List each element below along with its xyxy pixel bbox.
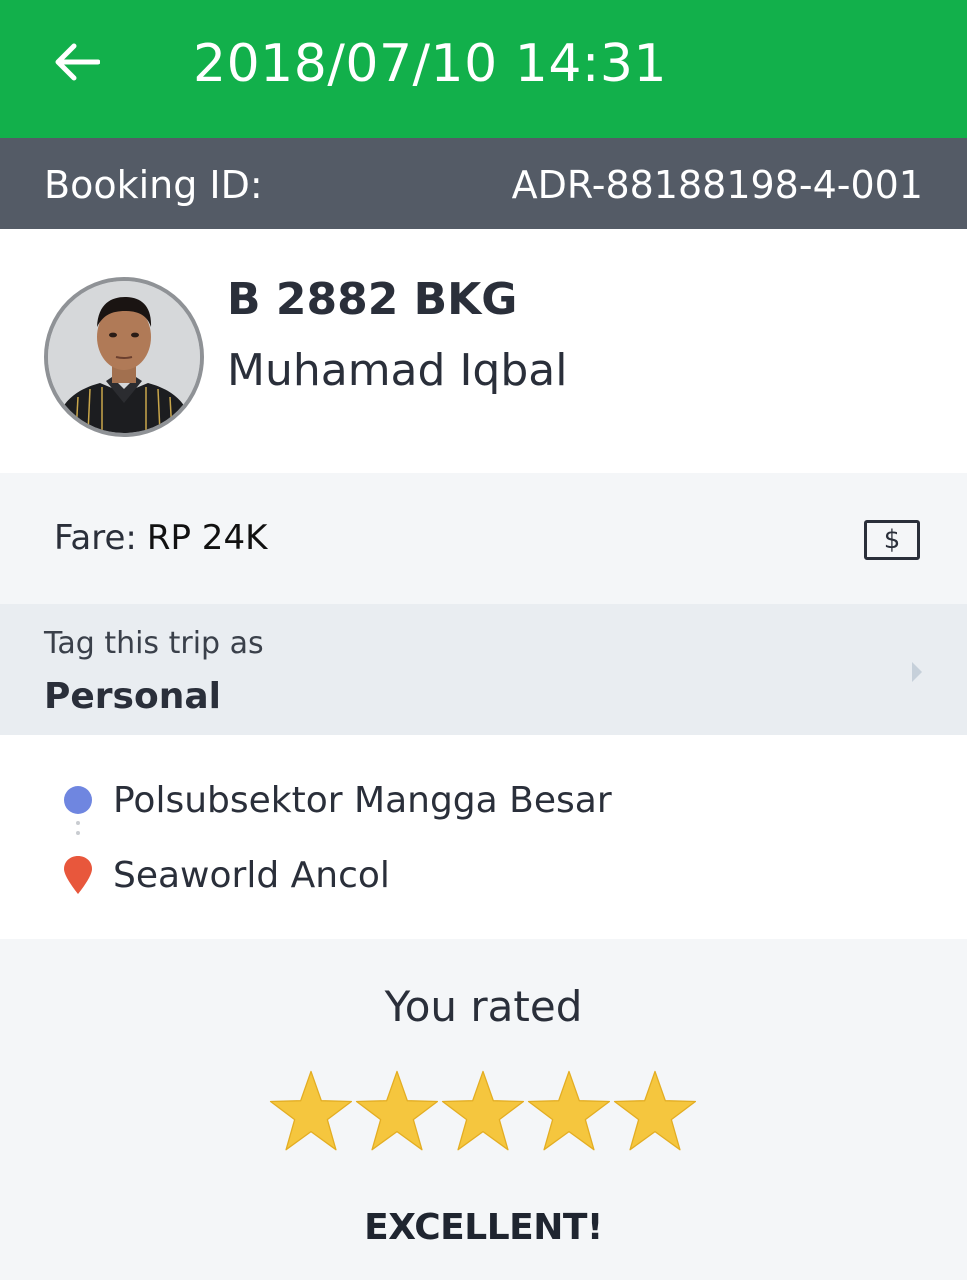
tag-trip-row[interactable]: Tag this trip as Personal xyxy=(0,604,967,735)
rating-section: You rated EXCELLENT! xyxy=(0,939,967,1280)
trip-datetime-title: 2018/07/10 14:31 xyxy=(193,34,668,94)
arrow-left-icon xyxy=(55,43,100,81)
cash-icon-glyph: $ xyxy=(883,525,901,555)
destination-location: Seaworld Ancol xyxy=(113,855,390,896)
top-app-bar: 2018/07/10 14:31 xyxy=(0,0,967,138)
star-rating xyxy=(268,1065,700,1157)
star-icon xyxy=(355,1070,439,1151)
driver-name: Muhamad Iqbal xyxy=(227,345,568,396)
driver-avatar xyxy=(44,277,204,437)
driver-photo xyxy=(48,281,200,433)
booking-id-bar: Booking ID: ADR-88188198-4-001 xyxy=(0,138,967,229)
back-button[interactable] xyxy=(44,30,108,94)
route-connector xyxy=(76,821,80,845)
cash-icon: $ xyxy=(864,520,920,560)
driver-card: B 2882 BKG Muhamad Iqbal xyxy=(0,229,967,473)
fare-text: Fare: RP 24K xyxy=(54,517,267,559)
star-icon xyxy=(613,1070,697,1151)
rated-label: You rated xyxy=(384,982,583,1031)
destination-pin-icon xyxy=(64,856,92,894)
chevron-right-icon xyxy=(912,662,922,682)
star-icon xyxy=(269,1070,353,1151)
star-icon xyxy=(527,1070,611,1151)
fare-row: Fare: RP 24K $ xyxy=(0,473,967,604)
tag-trip-value: Personal xyxy=(44,676,221,717)
booking-id-label: Booking ID: xyxy=(44,163,263,207)
fare-value: RP 24K xyxy=(146,518,268,558)
rating-verdict: EXCELLENT! xyxy=(364,1207,603,1248)
route-section: Polsubsektor Mangga Besar Seaworld Ancol xyxy=(0,735,967,939)
pickup-location: Polsubsektor Mangga Besar xyxy=(113,780,612,821)
pickup-dot-icon xyxy=(64,786,92,814)
vehicle-plate: B 2882 BKG xyxy=(227,274,518,325)
star-icon xyxy=(441,1070,525,1151)
tag-trip-hint: Tag this trip as xyxy=(44,626,264,661)
booking-id-value: ADR-88188198-4-001 xyxy=(511,163,923,207)
fare-label: Fare: xyxy=(54,518,137,558)
